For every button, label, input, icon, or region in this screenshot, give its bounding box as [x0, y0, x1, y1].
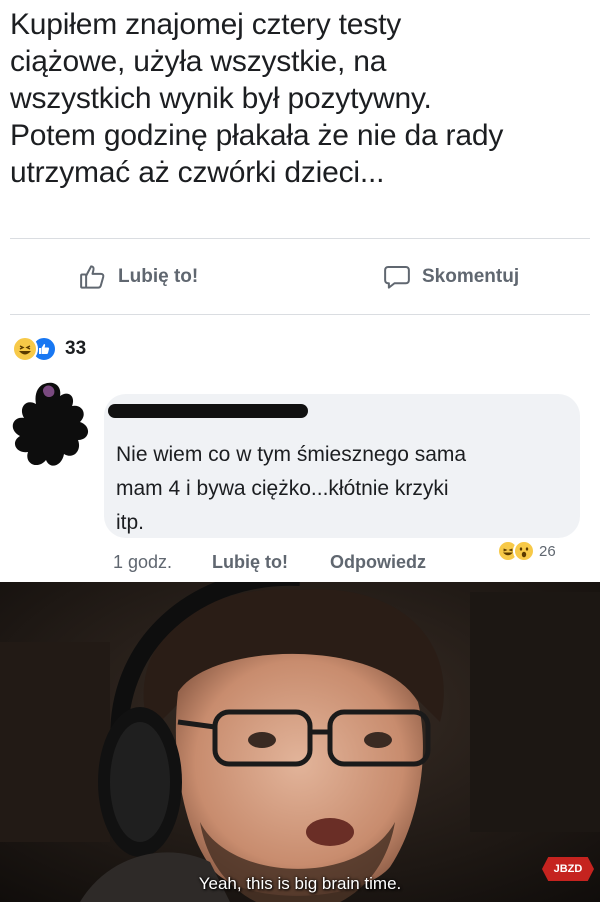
post-text-line: Kupiłem znajomej cztery testy: [10, 8, 402, 41]
post-text-line: wszystkich wynik był pozytywny.: [10, 82, 432, 115]
streamer-photo: [0, 582, 600, 902]
divider: [10, 238, 590, 239]
comment-like-link[interactable]: Lubię to!: [212, 552, 288, 573]
reactions-count: 33: [65, 338, 87, 359]
wow-reaction-icon: [513, 540, 535, 562]
comment-reply-link[interactable]: Odpowiedz: [330, 552, 426, 573]
speech-bubble-icon: [384, 266, 410, 289]
comment-text-line: mam 4 i bywa ciężko...kłótnie krzyki: [116, 477, 449, 500]
redacted-commenter-name: [108, 404, 308, 418]
facebook-post: Kupiłem znajomej cztery testy ciążowe, u…: [0, 0, 600, 582]
comment-button[interactable]: Skomentuj: [382, 262, 519, 292]
like-button-label: Lubię to!: [118, 266, 199, 287]
comment-text-line: Nie wiem co w tym śmiesznego sama: [116, 443, 467, 466]
post-text-line: ciążowe, użyła wszystkie, na: [10, 45, 387, 78]
like-button[interactable]: Lubię to!: [78, 262, 198, 292]
comment-button-label: Skomentuj: [422, 266, 520, 287]
reactions-summary[interactable]: 33: [12, 336, 86, 362]
commenter-avatar[interactable]: [2, 378, 102, 478]
post-text: Kupiłem znajomej cztery testy ciążowe, u…: [10, 6, 595, 191]
comment-text: Nie wiem co w tym śmiesznego sama mam 4 …: [116, 438, 566, 540]
site-watermark-logo: JBZD: [542, 857, 594, 881]
thumbs-up-icon: [80, 265, 105, 289]
comment-text-line: itp.: [116, 511, 145, 534]
comment-timestamp[interactable]: 1 godz.: [113, 552, 172, 573]
post-text-line: utrzymać aż czwórki dzieci...: [10, 156, 385, 189]
post-text-line: Potem godzinę płakała że nie da rady: [10, 119, 504, 152]
haha-reaction-icon: [12, 336, 38, 362]
divider: [10, 314, 590, 315]
comment-reactions[interactable]: 26: [497, 540, 556, 562]
meme-video-frame: Yeah, this is big brain time. JBZD: [0, 582, 600, 902]
comment-reactions-count: 26: [539, 542, 556, 560]
video-subtitle: Yeah, this is big brain time.: [198, 874, 402, 893]
